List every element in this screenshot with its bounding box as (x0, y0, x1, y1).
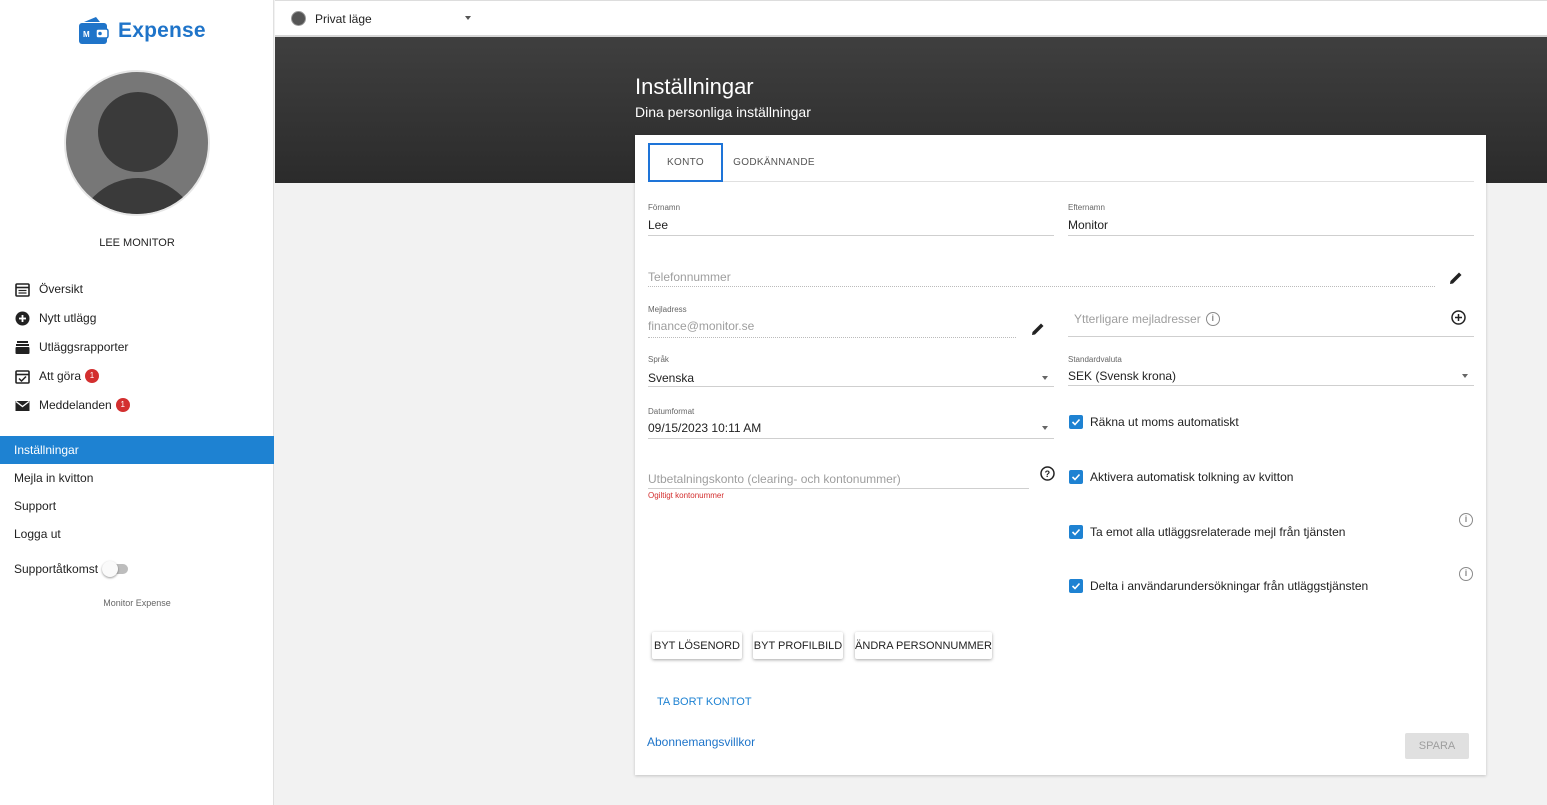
sidebar-item-att-gora[interactable]: Att göra 1 (14, 368, 100, 384)
extra-emails-placeholder-text: Ytterligare mejladresser (1074, 312, 1201, 326)
first-name-label: Förnamn (648, 203, 681, 212)
currency-label: Standardvaluta (1068, 355, 1122, 364)
tab-bar: KONTO GODKÄNNANDE (648, 143, 1474, 182)
sidebar-item-label: Översikt (39, 282, 84, 296)
payout-account-field[interactable]: Utbetalningskonto (clearing- och kontonu… (648, 466, 1029, 489)
change-picture-button[interactable]: BYT PROFILBILD (753, 632, 843, 659)
email-field[interactable]: Mejladress finance@monitor.se (648, 303, 1016, 338)
language-label: Språk (648, 355, 669, 364)
support-access-label: Supportåtkomst (14, 562, 99, 576)
mode-avatar-icon (291, 11, 306, 26)
plus-circle-icon (14, 310, 30, 326)
brand-name: Expense (118, 19, 206, 42)
sidebar-link-support[interactable]: Support (0, 492, 274, 520)
avatar[interactable] (64, 70, 210, 216)
sidebar-link-logga-ut[interactable]: Logga ut (0, 520, 274, 548)
first-name-value: Lee (648, 218, 669, 232)
language-value: Svenska (648, 371, 695, 385)
sidebar-item-label: Att göra (39, 369, 82, 383)
last-name-field[interactable]: Efternamn Monitor (1068, 201, 1474, 236)
extra-emails-field[interactable]: Ytterligare mejladresser i (1068, 303, 1474, 337)
checkbox-auto-receipt-parsing[interactable]: Aktivera automatisk tolkning av kvitton (1069, 470, 1293, 484)
mode-selector[interactable]: Privat läge (291, 11, 471, 26)
page-subtitle: Dina personliga inställningar (635, 104, 811, 120)
phone-placeholder: Telefonnummer (648, 270, 731, 284)
info-icon[interactable]: i (1205, 312, 1220, 326)
chevron-down-icon (1042, 376, 1048, 380)
chevron-down-icon (465, 16, 471, 20)
sidebar-item-oversikt[interactable]: Översikt (14, 281, 83, 297)
sidebar-item-meddelanden[interactable]: Meddelanden 1 (14, 397, 130, 413)
checkbox-label: Räkna ut moms automatiskt (1090, 415, 1239, 429)
settings-card: KONTO GODKÄNNANDE Förnamn Lee Efternamn … (635, 135, 1486, 775)
checkbox-checked-icon[interactable] (1069, 579, 1083, 593)
delete-account-link[interactable]: TA BORT KONTOT (657, 696, 752, 708)
terms-link[interactable]: Abonnemangsvillkor (647, 735, 755, 749)
change-ssn-button[interactable]: ÄNDRA PERSONNUMMER (855, 632, 992, 659)
chevron-down-icon (1042, 426, 1048, 430)
checkbox-label: Ta emot alla utläggsrelaterade mejl från… (1090, 525, 1346, 539)
currency-value: SEK (Svensk krona) (1068, 369, 1177, 383)
page-title: Inställningar (635, 74, 754, 99)
sidebar-item-label: Meddelanden (39, 398, 112, 412)
toggle-switch[interactable] (102, 561, 129, 577)
edit-email-pencil-icon[interactable] (1029, 320, 1047, 338)
checkbox-user-surveys[interactable]: Delta i användarundersökningar från utlä… (1069, 579, 1368, 593)
date-format-label: Datumformat (648, 407, 695, 416)
help-icon[interactable]: ? (1038, 464, 1056, 482)
sidebar: M Expense LEE MONITOR Översikt Nytt utlä… (0, 0, 274, 805)
sidebar-link-mejla-in-kvitton[interactable]: Mejla in kvitton (0, 464, 274, 492)
last-name-value: Monitor (1068, 218, 1109, 232)
checkbox-checked-icon[interactable] (1069, 470, 1083, 484)
save-button[interactable]: SPARA (1405, 733, 1469, 759)
sidebar-item-label: Utläggsrapporter (39, 340, 129, 354)
edit-phone-pencil-icon[interactable] (1447, 269, 1465, 287)
sidebar-item-label: Nytt utlägg (39, 311, 97, 325)
support-access-toggle[interactable]: Supportåtkomst (14, 561, 129, 577)
notification-badge: 1 (115, 398, 130, 412)
top-bar: Privat läge (275, 0, 1547, 37)
extra-emails-placeholder: Ytterligare mejladresser i (1074, 312, 1220, 326)
info-icon[interactable]: i (1459, 567, 1473, 581)
checkbox-receive-emails[interactable]: Ta emot alla utläggsrelaterade mejl från… (1069, 525, 1345, 539)
first-name-field[interactable]: Förnamn Lee (648, 201, 1054, 236)
logo[interactable]: M Expense (78, 16, 206, 46)
mail-icon (14, 397, 30, 413)
mode-label: Privat läge (315, 11, 372, 26)
chevron-down-icon (1462, 374, 1468, 378)
wallet-icon: M (78, 16, 110, 46)
language-select[interactable]: Språk Svenska (648, 353, 1054, 387)
payout-account-placeholder: Utbetalningskonto (clearing- och kontonu… (648, 472, 901, 486)
tab-konto[interactable]: KONTO (648, 143, 723, 182)
checkbox-checked-icon[interactable] (1069, 525, 1083, 539)
sidebar-link-installningar[interactable]: Inställningar (0, 436, 274, 464)
email-label: Mejladress (648, 305, 687, 314)
svg-text:?: ? (1044, 469, 1050, 479)
payout-account-error: Ogiltigt kontonummer (648, 491, 725, 500)
calendar-check-icon (14, 368, 30, 384)
add-email-plus-icon[interactable] (1449, 308, 1467, 326)
info-icon[interactable]: i (1459, 513, 1473, 527)
checkbox-auto-vat[interactable]: Räkna ut moms automatiskt (1069, 415, 1239, 429)
currency-select[interactable]: Standardvaluta SEK (Svensk krona) (1068, 353, 1474, 386)
notification-badge: 1 (85, 369, 100, 383)
sidebar-item-nytt-utlagg[interactable]: Nytt utlägg (14, 310, 96, 326)
checkbox-label: Delta i användarundersökningar från utlä… (1090, 579, 1369, 593)
phone-field[interactable]: Telefonnummer (648, 263, 1435, 287)
footer-brand: Monitor Expense (103, 598, 171, 608)
checkbox-checked-icon[interactable] (1069, 415, 1083, 429)
date-format-value: 09/15/2023 10:11 AM (648, 421, 762, 435)
date-format-select[interactable]: Datumformat 09/15/2023 10:11 AM (648, 405, 1054, 439)
tab-godkannande[interactable]: GODKÄNNANDE (732, 143, 816, 182)
checkbox-label: Aktivera automatisk tolkning av kvitton (1090, 470, 1294, 484)
email-value: finance@monitor.se (648, 319, 755, 333)
sidebar-item-utlaggsrapporter[interactable]: Utläggsrapporter (14, 339, 128, 355)
change-password-button[interactable]: BYT LÖSENORD (652, 632, 742, 659)
inbox-icon (14, 339, 30, 355)
calendar-icon (14, 281, 30, 297)
last-name-label: Efternamn (1068, 203, 1105, 212)
svg-text:M: M (83, 30, 90, 39)
user-name: LEE MONITOR (99, 237, 175, 249)
